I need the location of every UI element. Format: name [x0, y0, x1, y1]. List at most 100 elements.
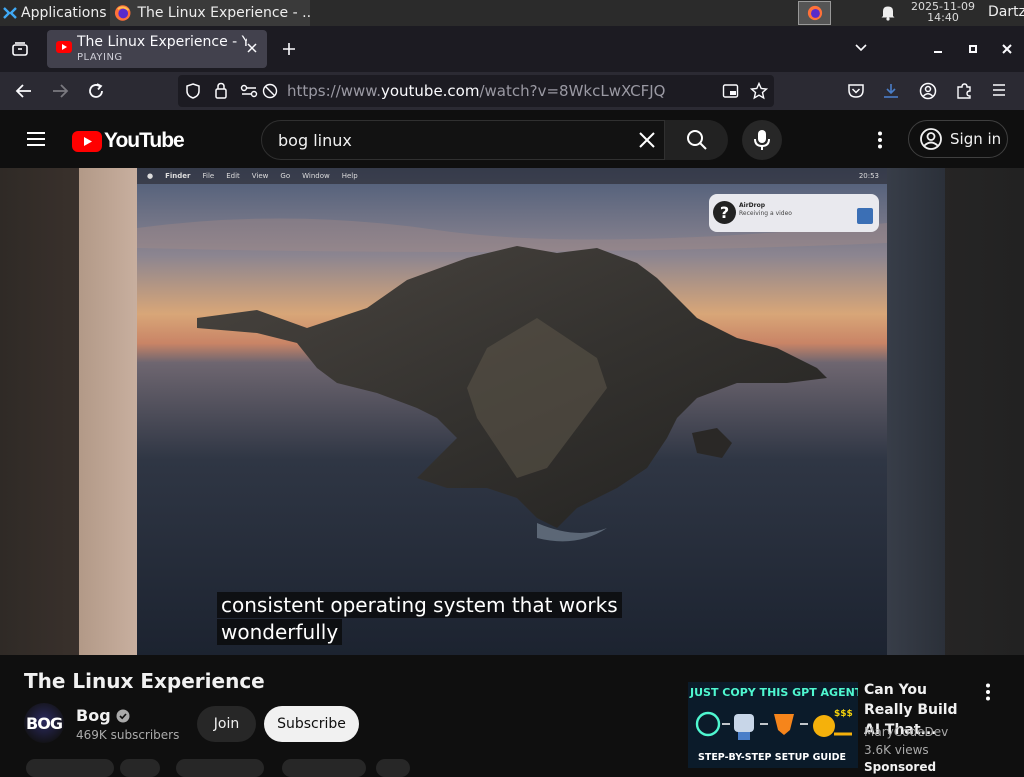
ad-views: 3.6K views: [864, 743, 929, 757]
tab-playing-status: PLAYING: [77, 52, 123, 63]
list-all-tabs-icon[interactable]: [854, 43, 868, 53]
extensions-puzzle-icon[interactable]: [955, 82, 973, 100]
lock-icon[interactable]: [214, 82, 228, 99]
clear-search-icon[interactable]: [639, 132, 655, 148]
tab-active[interactable]: The Linux Experience - YouTube PLAYING: [47, 30, 267, 68]
question-icon: ?: [713, 201, 736, 224]
back-icon[interactable]: [15, 83, 33, 99]
url-text[interactable]: https://www.youtube.com/watch?v=8WkcLwXC…: [287, 82, 666, 100]
ad-thumb-headline: JUST COPY THIS GPT AGENT: [690, 686, 858, 699]
download-button[interactable]: [176, 759, 264, 777]
apple-icon: ●: [147, 172, 154, 180]
inner-mac-menubar: ● Finder File Edit View Go Window Help 2…: [137, 168, 887, 184]
reload-icon[interactable]: [87, 82, 105, 100]
caption-line-1: consistent operating system that works: [217, 592, 622, 618]
more-actions-button[interactable]: [376, 759, 410, 777]
taskbar-window-button[interactable]: The Linux Experience - ...: [110, 0, 310, 26]
new-tab-icon[interactable]: [281, 41, 297, 57]
verified-check-icon: [116, 709, 130, 722]
clip-button[interactable]: [282, 759, 366, 777]
subscriber-count: 469K subscribers: [76, 728, 180, 742]
tab-title: The Linux Experience - YouTube: [77, 34, 247, 50]
search-input[interactable]: bog linux: [278, 131, 352, 150]
inner-menu-item: View: [251, 172, 269, 180]
microphone-icon: [754, 130, 770, 150]
browser-nav-bar: https://www.youtube.com/watch?v=8WkcLwXC…: [0, 72, 1024, 110]
search-box[interactable]: bog linux: [261, 120, 728, 160]
account-icon[interactable]: [919, 82, 937, 100]
minimize-window-icon[interactable]: [932, 46, 944, 54]
firefox-view-icon[interactable]: [11, 40, 29, 58]
inner-menu-item: Edit: [226, 172, 240, 180]
app-menu-hamburger-icon[interactable]: [991, 83, 1007, 97]
tray-firefox-button[interactable]: [798, 1, 831, 25]
ad-thumb-price: $$$: [834, 709, 853, 719]
share-button[interactable]: [120, 759, 160, 777]
browser-tab-bar: The Linux Experience - YouTube PLAYING: [0, 26, 1024, 72]
forward-icon[interactable]: [51, 83, 69, 99]
close-window-icon[interactable]: [1001, 43, 1013, 55]
bookmark-star-icon[interactable]: [750, 82, 768, 100]
youtube-header: YouTube bog linux Sign in: [0, 110, 1024, 168]
ad-sponsored-label: Sponsored: [864, 760, 937, 774]
video-player[interactable]: ● Finder File Edit View Go Window Help 2…: [0, 168, 1024, 655]
airdrop-subtitle: Receiving a video: [739, 210, 792, 217]
airdrop-title: AirDrop: [739, 202, 766, 209]
sponsored-thumbnail[interactable]: JUST COPY THIS GPT AGENT $$$ STEP-BY-STE…: [688, 682, 858, 768]
search-button[interactable]: [664, 120, 728, 160]
clock-time: 14:40: [927, 11, 959, 24]
sign-in-button[interactable]: Sign in: [908, 120, 1008, 158]
guide-menu-icon[interactable]: [26, 131, 46, 147]
voice-search-button[interactable]: [742, 120, 782, 160]
autoplay-blocked-icon[interactable]: [262, 83, 278, 99]
settings-more-icon[interactable]: [876, 131, 884, 149]
youtube-favicon-icon: [56, 41, 72, 53]
ad-thumb-footer: STEP-BY-STEP SETUP GUIDE: [698, 752, 846, 763]
like-dislike-button[interactable]: [26, 759, 114, 777]
youtube-logo[interactable]: YouTube: [72, 129, 185, 153]
file-thumbnail-icon: [857, 208, 873, 224]
inner-clock: 20:53: [858, 172, 879, 180]
channel-name: Bog: [76, 706, 111, 725]
close-tab-icon[interactable]: [246, 42, 258, 54]
ad-more-actions-icon[interactable]: [984, 683, 992, 701]
youtube-play-logo-icon: [72, 130, 102, 152]
ad-channel[interactable]: MaryCodeDev: [864, 725, 948, 739]
firefox-icon: [807, 5, 822, 21]
search-icon: [686, 130, 707, 150]
sign-in-label: Sign in: [950, 130, 1002, 148]
inner-menu-item: Window: [302, 172, 330, 180]
permissions-icon[interactable]: [240, 84, 258, 98]
channel-name-link[interactable]: Bog: [76, 706, 130, 725]
pocket-icon[interactable]: [847, 83, 865, 99]
firefox-icon: [114, 5, 131, 21]
url-bar[interactable]: https://www.youtube.com/watch?v=8WkcLwXC…: [178, 75, 774, 107]
system-clock[interactable]: 2025-11-09 14:40: [906, 1, 980, 23]
video-screen-content: ● Finder File Edit View Go Window Help 2…: [137, 168, 887, 655]
user-menu[interactable]: Dartz: [988, 4, 1024, 20]
landscape-island-image: [137, 168, 887, 655]
inner-menu-item: Finder: [165, 172, 191, 180]
tracking-protection-shield-icon[interactable]: [186, 83, 200, 99]
channel-avatar[interactable]: BOG: [24, 703, 64, 743]
applications-label: Applications: [21, 5, 107, 21]
caption-line-2: wonderfully: [217, 619, 343, 645]
picture-in-picture-icon[interactable]: [722, 83, 740, 99]
video-title: The Linux Experience: [24, 669, 265, 693]
taskbar-window-title: The Linux Experience - ...: [137, 5, 310, 21]
notification-bell-icon[interactable]: [880, 4, 896, 21]
inner-menu-item: Help: [341, 172, 358, 180]
join-button[interactable]: Join: [197, 706, 256, 742]
subscribe-button[interactable]: Subscribe: [264, 706, 359, 742]
downloads-icon[interactable]: [882, 82, 900, 100]
airdrop-notification: ? AirDrop Receiving a video: [709, 194, 879, 232]
maximize-window-icon[interactable]: [967, 43, 979, 55]
inner-menu-item: Go: [280, 172, 291, 180]
ad-thumb-graphic: [695, 711, 852, 740]
applications-icon: [3, 7, 17, 19]
os-taskbar: Applications ≡ The Linux Experience - ..…: [0, 0, 1024, 26]
youtube-logo-text: YouTube: [104, 129, 185, 152]
account-circle-icon: [920, 128, 942, 150]
applications-menu[interactable]: Applications ≡: [0, 0, 120, 26]
avatar-text: BOG: [26, 713, 63, 733]
